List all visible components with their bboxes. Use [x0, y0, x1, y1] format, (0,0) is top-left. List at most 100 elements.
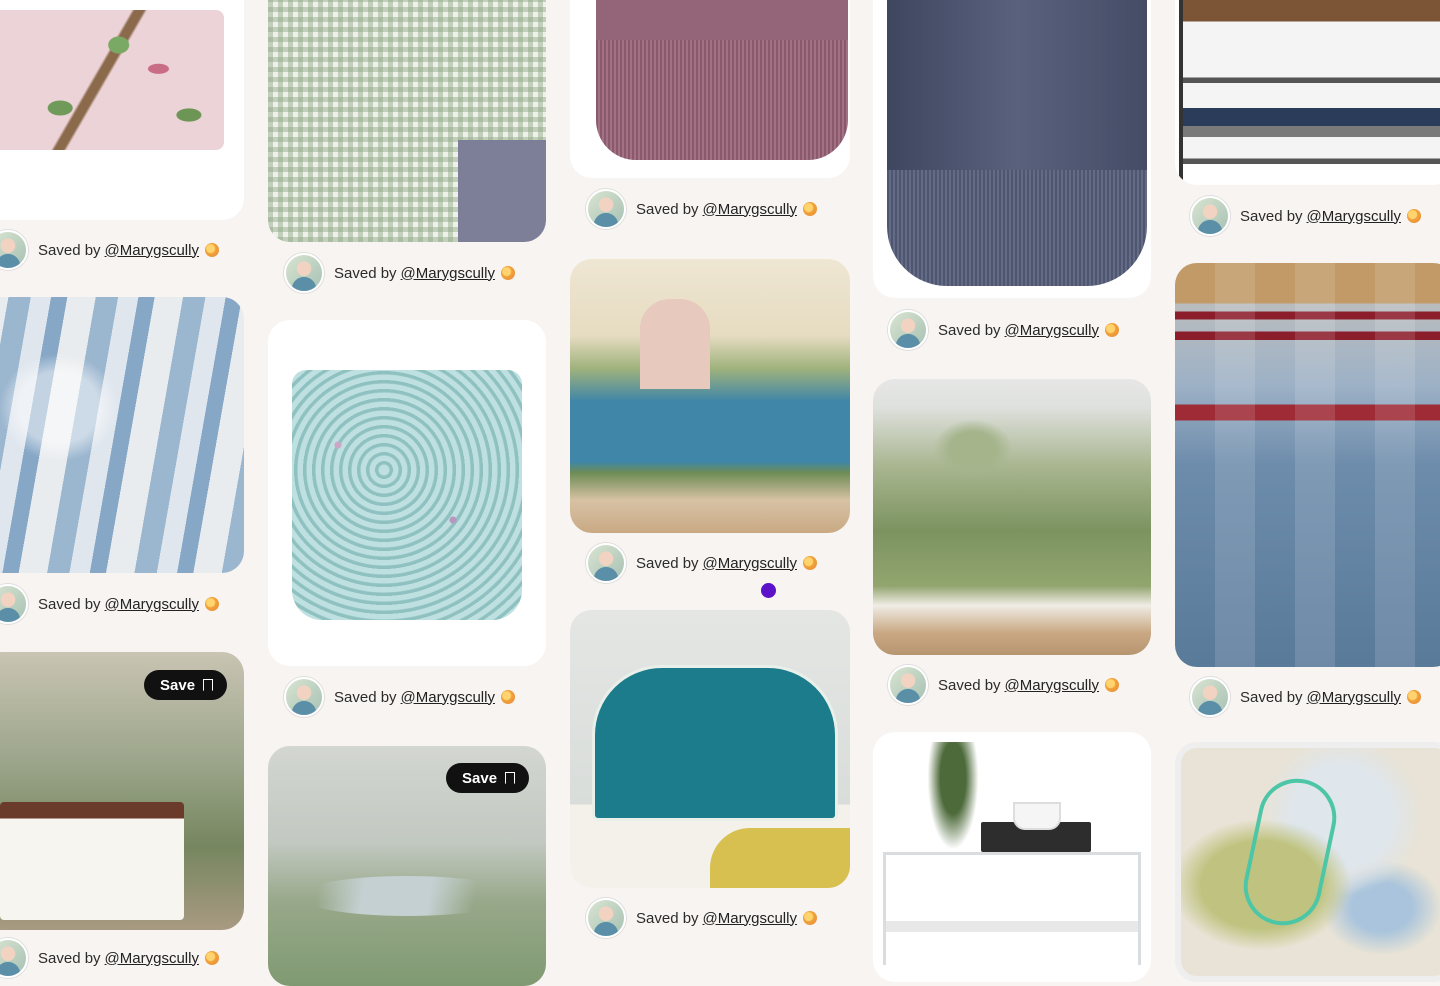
pin-mauve-fringe-ottoman[interactable]: [570, 0, 850, 178]
saved-by-label: Saved by: [938, 676, 1001, 694]
saved-by-label: Saved by: [636, 909, 699, 927]
username-link[interactable]: @Marygscully: [105, 596, 199, 613]
cup: [1013, 802, 1061, 830]
avatar[interactable]: [0, 584, 28, 624]
bookmark-icon: [505, 772, 516, 784]
verified-badge-icon: [204, 243, 219, 257]
verified-badge-icon: [802, 202, 817, 216]
bookmark-icon: [203, 679, 214, 691]
pin-image: [458, 140, 546, 242]
pin-palm-bedroom-mural[interactable]: Save: [0, 652, 244, 930]
username-link[interactable]: @Marygscully: [703, 910, 797, 927]
saved-by-label: Saved by: [636, 554, 699, 572]
saved-by-row: Saved by @Marygscully: [284, 677, 515, 717]
saved-by-label: Saved by: [38, 595, 101, 613]
pin-bird-pillow[interactable]: [0, 0, 244, 220]
saved-by-row: Saved by @Marygscully: [284, 253, 515, 293]
saved-by-row: Saved by @Marygscully: [0, 584, 219, 624]
cursor-indicator: [761, 583, 776, 598]
plant: [923, 742, 983, 862]
pin-image: [933, 419, 1013, 479]
avatar[interactable]: [586, 189, 626, 229]
pin-kilim-rug[interactable]: [1175, 263, 1440, 667]
pin-image: [0, 10, 224, 150]
saved-by-row: Saved by @Marygscully: [1190, 196, 1421, 236]
saved-by-row: Saved by @Marygscully: [888, 310, 1119, 350]
saved-by-label: Saved by: [38, 949, 101, 967]
save-button[interactable]: Save: [446, 763, 530, 793]
verified-badge-icon: [1406, 690, 1421, 704]
pin-gingham-sheets[interactable]: [268, 0, 546, 242]
username-link[interactable]: @Marygscully: [1005, 322, 1099, 339]
throw-blanket: [710, 828, 850, 888]
username-link[interactable]: @Marygscully: [703, 555, 797, 572]
pin-ikat-wallpaper[interactable]: [0, 297, 244, 573]
avatar[interactable]: [284, 677, 324, 717]
save-button[interactable]: Save: [144, 670, 228, 700]
save-button-label: Save: [462, 769, 498, 787]
pin-acrylic-side-table[interactable]: [873, 732, 1151, 982]
pin-abstract-painting[interactable]: [1175, 742, 1440, 982]
pin-image: [883, 852, 1141, 965]
avatar[interactable]: [1190, 196, 1230, 236]
avatar[interactable]: [586, 543, 626, 583]
saved-by-row: Saved by @Marygscully: [888, 665, 1119, 705]
avatar[interactable]: [1190, 677, 1230, 717]
verified-badge-icon: [802, 911, 817, 925]
username-link[interactable]: @Marygscully: [1307, 689, 1401, 706]
pin-image: [0, 802, 184, 920]
pin-floral-slipper-chair[interactable]: [268, 320, 546, 666]
saved-by-row: Saved by @Marygscully: [586, 543, 817, 583]
saved-by-label: Saved by: [334, 264, 397, 282]
pin-meadow-mural[interactable]: [873, 379, 1151, 655]
saved-by-label: Saved by: [636, 200, 699, 218]
pin-image: [298, 876, 516, 916]
pin-indian-garden-mural[interactable]: [570, 259, 850, 533]
pin-image: [1175, 263, 1440, 667]
pin-image: [1236, 771, 1344, 933]
pin-image: [596, 0, 848, 160]
saved-by-label: Saved by: [334, 688, 397, 706]
verified-badge-icon: [500, 690, 515, 704]
avatar[interactable]: [888, 665, 928, 705]
pin-marsh-landscape-mural[interactable]: Save: [268, 746, 546, 986]
username-link[interactable]: @Marygscully: [703, 201, 797, 218]
username-link[interactable]: @Marygscully: [401, 265, 495, 282]
pin-image: [640, 299, 710, 389]
verified-badge-icon: [1406, 209, 1421, 223]
save-button-label: Save: [160, 676, 196, 694]
pin-shoe-rack[interactable]: [1175, 0, 1440, 185]
saved-by-row: Saved by @Marygscully: [0, 230, 219, 270]
verified-badge-icon: [1104, 678, 1119, 692]
verified-badge-icon: [500, 266, 515, 280]
avatar[interactable]: [0, 938, 28, 978]
avatar[interactable]: [888, 310, 928, 350]
pin-image: [292, 370, 522, 620]
username-link[interactable]: @Marygscully: [105, 242, 199, 259]
pin-teal-headboard[interactable]: [570, 610, 850, 888]
saved-by-label: Saved by: [938, 321, 1001, 339]
verified-badge-icon: [204, 597, 219, 611]
avatar[interactable]: [284, 253, 324, 293]
pin-image: [592, 665, 838, 821]
saved-by-label: Saved by: [38, 241, 101, 259]
username-link[interactable]: @Marygscully: [1307, 208, 1401, 225]
pin-image: [887, 0, 1147, 286]
verified-badge-icon: [802, 556, 817, 570]
verified-badge-icon: [204, 951, 219, 965]
verified-badge-icon: [1104, 323, 1119, 337]
pin-image: [1179, 0, 1440, 180]
username-link[interactable]: @Marygscully: [105, 950, 199, 967]
pin-image: [0, 297, 244, 573]
username-link[interactable]: @Marygscully: [401, 689, 495, 706]
saved-by-row: Saved by @Marygscully: [1190, 677, 1421, 717]
avatar[interactable]: [586, 898, 626, 938]
avatar[interactable]: [0, 230, 28, 270]
saved-by-row: Saved by @Marygscully: [586, 898, 817, 938]
saved-by-row: Saved by @Marygscully: [0, 938, 219, 978]
pin-navy-fringe-ottoman[interactable]: [873, 0, 1151, 298]
username-link[interactable]: @Marygscully: [1005, 677, 1099, 694]
saved-by-label: Saved by: [1240, 207, 1303, 225]
saved-by-row: Saved by @Marygscully: [586, 189, 817, 229]
saved-by-label: Saved by: [1240, 688, 1303, 706]
